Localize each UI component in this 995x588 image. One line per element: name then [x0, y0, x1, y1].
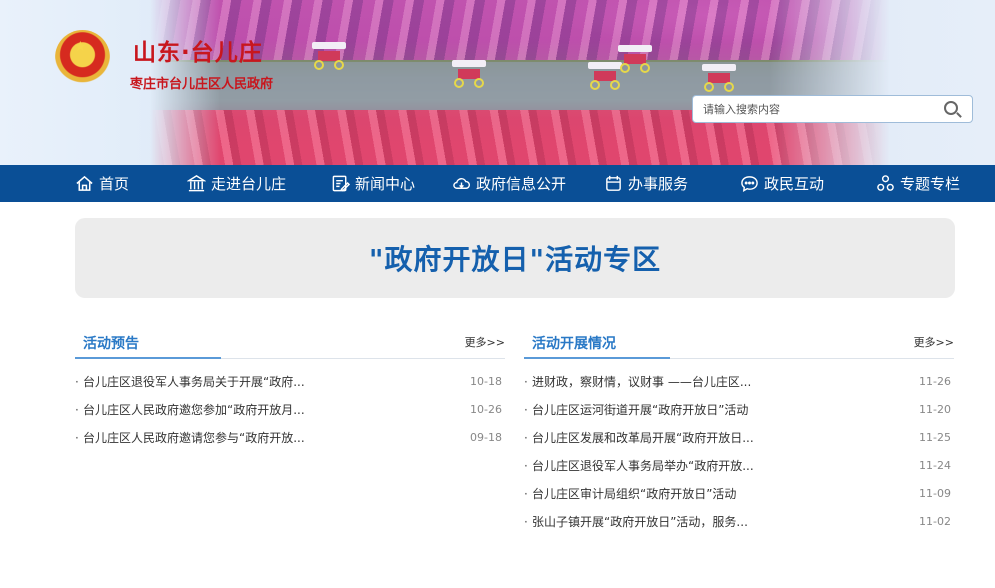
list-item-title[interactable]: 台儿庄区审计局组织“政府开放日”活动: [532, 484, 736, 504]
nav-item-services[interactable]: 办事服务: [604, 165, 688, 202]
nav-item-home[interactable]: 首页: [75, 165, 129, 202]
section-title[interactable]: 活动开展情况: [532, 333, 616, 353]
section-header: 活动开展情况 更多>>: [524, 327, 954, 359]
list-item-title[interactable]: 进财政，察财情，议财事 ——台儿庄区...: [532, 372, 751, 392]
news-list: · 台儿庄区退役军人事务局关于开展“政府... 10-18 · 台儿庄区人民政府邀您参…: [75, 372, 505, 456]
list-item-title[interactable]: 台儿庄区退役军人事务局关于开展“政府...: [83, 372, 305, 392]
list-item-date: 11-25: [919, 431, 951, 444]
list-item[interactable]: · 台儿庄区退役军人事务局关于开展“政府... 10-18: [75, 372, 505, 400]
news-icon: [332, 175, 350, 192]
search-icon[interactable]: [944, 101, 958, 115]
cart-image: [618, 45, 652, 73]
nav-label: 首页: [99, 175, 130, 193]
site-title[interactable]: 山东·台儿庄: [133, 33, 263, 67]
topics-icon: [877, 175, 894, 191]
nav-item-interaction[interactable]: 政民互动: [740, 165, 824, 202]
activity-preview-section: 活动预告 更多>> · 台儿庄区退役军人事务局关于开展“政府... 10-18 · 台…: [75, 327, 505, 456]
list-item-date: 10-26: [470, 403, 502, 416]
list-item-title[interactable]: 台儿庄区人民政府邀您参加“政府开放月...: [83, 400, 305, 420]
cart-image: [452, 60, 486, 88]
list-item[interactable]: · 台儿庄区发展和改革局开展“政府开放日... 11-25: [524, 428, 954, 456]
list-item-date: 09-18: [470, 431, 502, 444]
list-item-title[interactable]: 台儿庄区运河街道开展“政府开放日”活动: [532, 400, 748, 420]
search-input[interactable]: [703, 100, 923, 118]
section-title[interactable]: 活动预告: [83, 333, 139, 353]
list-item-title[interactable]: 台儿庄区发展和改革局开展“政府开放日...: [532, 428, 754, 448]
cart-image: [312, 42, 346, 70]
list-item-title[interactable]: 张山子镇开展“政府开放日”活动，服务...: [532, 512, 748, 532]
nav-label: 新闻中心: [355, 175, 416, 193]
chat-icon: [741, 176, 758, 192]
home-icon: [76, 175, 93, 191]
site-header: ★ 山东·台儿庄 枣庄市台儿庄区人民政府: [0, 0, 995, 165]
nav-item-topics[interactable]: 专题专栏: [876, 165, 960, 202]
list-item[interactable]: · 台儿庄区审计局组织“政府开放日”活动 11-09: [524, 484, 954, 512]
nav-label: 政民互动: [764, 175, 825, 193]
list-item[interactable]: · 张山子镇开展“政府开放日”活动，服务... 11-02: [524, 512, 954, 540]
more-link[interactable]: 更多>>: [914, 334, 954, 350]
more-link[interactable]: 更多>>: [465, 334, 505, 350]
nav-label: 走进台儿庄: [211, 175, 287, 193]
list-item[interactable]: · 台儿庄区运河街道开展“政府开放日”活动 11-20: [524, 400, 954, 428]
list-item[interactable]: · 进财政，察财情，议财事 ——台儿庄区... 11-26: [524, 372, 954, 400]
list-item[interactable]: · 台儿庄区退役军人事务局举办“政府开放... 11-24: [524, 456, 954, 484]
activity-progress-section: 活动开展情况 更多>> · 进财政，察财情，议财事 ——台儿庄区... 11-26 …: [524, 327, 954, 540]
list-item[interactable]: · 台儿庄区人民政府邀请您参与“政府开放... 09-18: [75, 428, 505, 456]
list-item-date: 10-18: [470, 375, 502, 388]
cart-image: [702, 64, 736, 92]
building-icon: [187, 175, 206, 192]
site-subtitle: 枣庄市台儿庄区人民政府: [130, 77, 274, 92]
search-box: [692, 95, 973, 123]
nav-item-news[interactable]: 新闻中心: [331, 165, 415, 202]
nav-label: 办事服务: [628, 175, 689, 193]
nav-label: 专题专栏: [900, 175, 961, 193]
list-item-date: 11-09: [919, 487, 951, 500]
page-title: "政府开放日"活动专区: [368, 243, 662, 276]
news-list: · 进财政，察财情，议财事 ——台儿庄区... 11-26 · 台儿庄区运河街道开展“…: [524, 372, 954, 540]
list-item-date: 11-02: [919, 515, 951, 528]
nav-label: 政府信息公开: [476, 175, 567, 193]
special-zone-banner: "政府开放日"活动专区: [75, 218, 955, 298]
national-emblem-icon: ★: [55, 30, 110, 85]
list-item-title[interactable]: 台儿庄区人民政府邀请您参与“政府开放...: [83, 428, 305, 448]
list-item-date: 11-26: [919, 375, 951, 388]
nav-item-public-info[interactable]: 政府信息公开: [452, 165, 566, 202]
nav-item-about[interactable]: 走进台儿庄: [187, 165, 286, 202]
list-item-date: 11-24: [919, 459, 951, 472]
main-nav: 首页 走进台儿庄 新闻中心 政府信息公开 办事服务 政民互动 专题专栏: [0, 165, 995, 202]
cart-image: [588, 62, 622, 90]
list-item-date: 11-20: [919, 403, 951, 416]
list-item-title[interactable]: 台儿庄区退役军人事务局举办“政府开放...: [532, 456, 754, 476]
calendar-icon: [606, 175, 621, 191]
section-header: 活动预告 更多>>: [75, 327, 505, 359]
cloud-icon: [453, 178, 471, 189]
list-item[interactable]: · 台儿庄区人民政府邀您参加“政府开放月... 10-26: [75, 400, 505, 428]
